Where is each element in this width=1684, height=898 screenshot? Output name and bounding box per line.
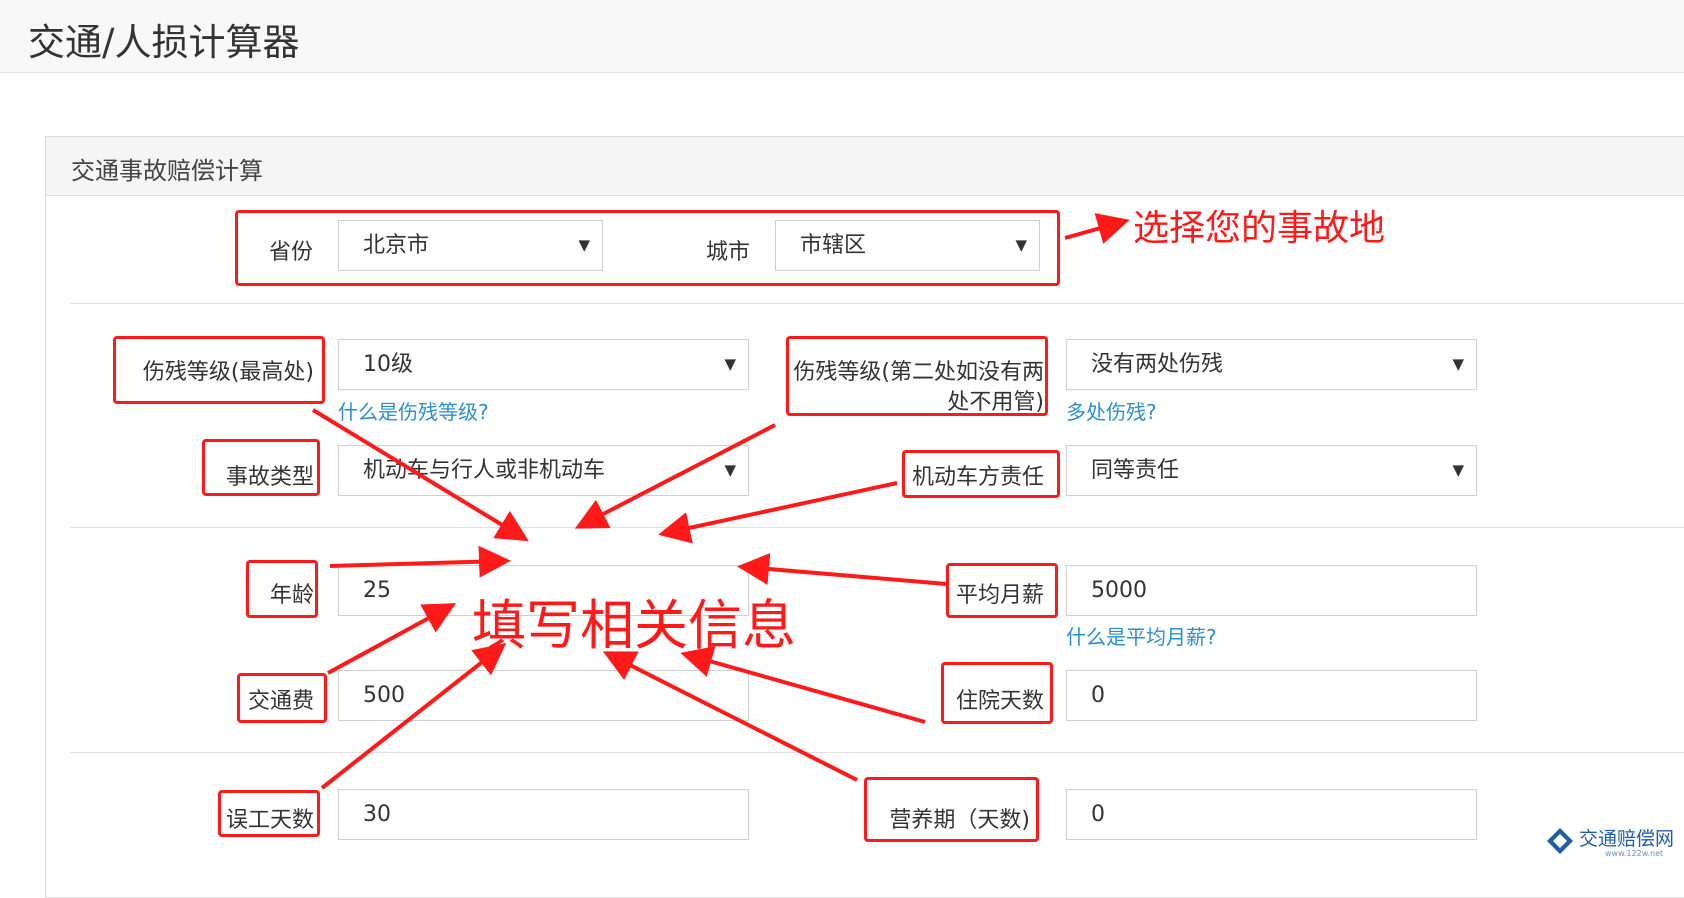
annotation-box-accident-type — [202, 439, 320, 496]
accident-type-select[interactable]: 机动车与行人或非机动车 ▼ — [338, 445, 749, 496]
section-divider — [70, 527, 1684, 528]
watermark-url: www.122w.net — [1605, 849, 1664, 858]
salary-help-link[interactable]: 什么是平均月薪? — [1066, 621, 1217, 650]
disability-secondary-value: 没有两处伤残 — [1091, 352, 1224, 377]
site-logo-icon — [1547, 828, 1573, 854]
section-divider — [70, 752, 1684, 753]
watermark-name: 交通赔偿网 — [1579, 828, 1675, 850]
multiple-disability-help-link[interactable]: 多处伤残? — [1066, 396, 1157, 425]
transport-fee-input[interactable]: 500 — [338, 670, 749, 721]
annotation-select-location: 选择您的事故地 — [1133, 208, 1386, 249]
annotation-fill-info: 填写相关信息 — [472, 594, 796, 657]
annotation-box-age — [246, 560, 318, 618]
disability-primary-value: 10级 — [363, 352, 413, 377]
annotation-box-disability-secondary — [786, 336, 1048, 416]
watermark-logo: 交通赔偿网 www.122w.net — [1545, 822, 1681, 862]
lost-work-days-input[interactable]: 30 — [338, 789, 749, 840]
annotation-box-responsibility — [902, 450, 1060, 498]
salary-input[interactable]: 5000 — [1066, 565, 1477, 616]
chevron-down-icon: ▼ — [724, 355, 736, 373]
disability-primary-select[interactable]: 10级 ▼ — [338, 339, 749, 390]
annotation-box-salary — [946, 563, 1058, 618]
chevron-down-icon: ▼ — [1452, 461, 1464, 479]
responsibility-select[interactable]: 同等责任 ▼ — [1066, 445, 1477, 496]
app-title: 交通/人损计算器 — [28, 21, 300, 64]
annotation-box-nutrition — [864, 777, 1039, 842]
responsibility-value: 同等责任 — [1091, 458, 1180, 483]
disability-secondary-select[interactable]: 没有两处伤残 ▼ — [1066, 339, 1477, 390]
nutrition-days-input[interactable]: 0 — [1066, 789, 1477, 840]
annotation-box-transport — [237, 673, 327, 723]
chevron-down-icon: ▼ — [1452, 355, 1464, 373]
annotation-box-location — [235, 210, 1060, 286]
annotation-box-lost-work — [218, 790, 320, 837]
disability-help-link[interactable]: 什么是伤残等级? — [338, 396, 489, 425]
chevron-down-icon: ▼ — [724, 461, 736, 479]
panel-title: 交通事故赔偿计算 — [71, 157, 263, 185]
hospital-days-input[interactable]: 0 — [1066, 670, 1477, 721]
annotation-box-disability-primary — [113, 336, 325, 404]
accident-type-value: 机动车与行人或非机动车 — [363, 458, 606, 483]
panel-header: 交通事故赔偿计算 — [46, 137, 1684, 196]
section-divider — [70, 303, 1684, 304]
top-bar: 交通/人损计算器 — [0, 0, 1684, 73]
annotation-box-hospital — [941, 662, 1053, 724]
